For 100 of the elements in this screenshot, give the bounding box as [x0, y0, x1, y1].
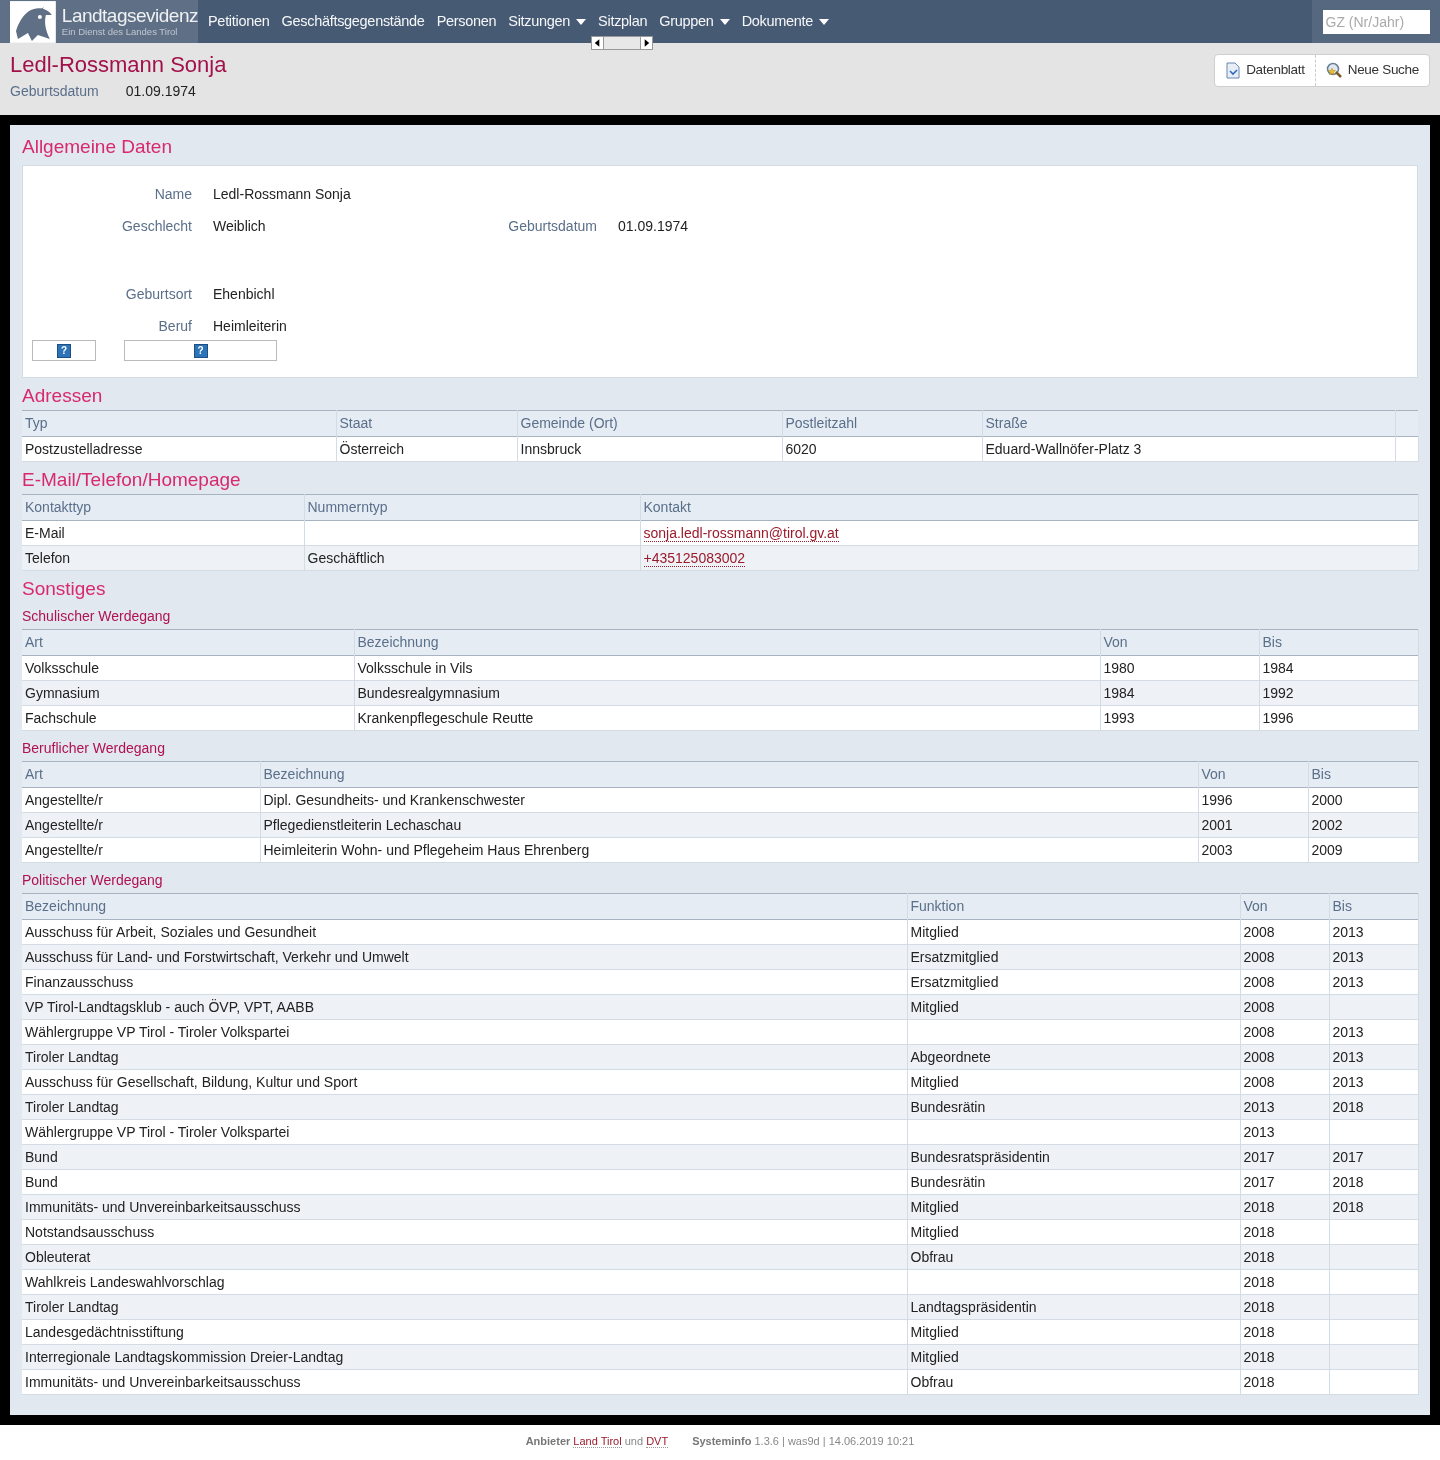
table-cell: 2008 [1240, 1069, 1329, 1095]
table-cell: 1984 [1259, 655, 1418, 681]
field-value: Heimleiterin [213, 316, 287, 336]
field-label: Beruf [157, 316, 192, 336]
table-cell: 1984 [1100, 680, 1259, 706]
nav-dropdown[interactable]: Dokumente [741, 10, 830, 33]
table-cell: Ersatzmitglied [907, 944, 1240, 970]
nav-link[interactable]: Sitzplan [598, 10, 648, 33]
table-cell: Wählergruppe VP Tirol - Tiroler Volkspartei [22, 1019, 907, 1045]
table-cell: 2013 [1329, 1019, 1418, 1045]
table-cell: Österreich [336, 436, 517, 462]
table-cell: Angestellte/r [22, 812, 260, 838]
table-cell: Bund [22, 1169, 907, 1195]
help-button[interactable]: ? [124, 340, 277, 361]
section-title: Allgemeine Daten [22, 135, 172, 159]
table-cell: Eduard-Wallnöfer-Platz 3 [982, 436, 1395, 462]
footer-link[interactable]: DVT [646, 1435, 669, 1448]
table-cell: E-Mail [22, 520, 304, 546]
brand-area[interactable]: Landtagsevidenz Ein Dienst des Landes Tirol [0, 0, 198, 43]
person-title: Ledl-Rossmann Sonja [10, 52, 227, 78]
field-label: Geburtsdatum [507, 216, 597, 236]
table-cell: 2008 [1240, 944, 1329, 970]
magnifier-star-icon [1325, 62, 1343, 79]
table-cell: Mitglied [907, 994, 1240, 1020]
table-cell: Ausschuss für Gesellschaft, Bildung, Kultur und Sport [22, 1069, 907, 1095]
help-button[interactable]: ? [32, 340, 96, 361]
table-cell: 2002 [1308, 812, 1418, 838]
table-cell: Notstandsausschuss [22, 1219, 907, 1245]
nav-link[interactable]: Petitionen [208, 10, 270, 33]
column-header: Kontakttyp [22, 494, 304, 521]
table-cell: 2018 [1240, 1319, 1329, 1345]
column-header: Von [1198, 761, 1308, 788]
table-cell: 2017 [1329, 1144, 1418, 1170]
table-cell: 2017 [1240, 1144, 1329, 1170]
nav-dropdown[interactable]: Sitzungen [508, 10, 587, 33]
table-cell: Geschäftlich [304, 545, 640, 571]
provider-text: Anbieter Land Tirol und DVT [525, 1434, 669, 1450]
table-cell: 1996 [1198, 787, 1308, 813]
table-cell: Angestellte/r [22, 837, 260, 863]
table-cell: Wahlkreis Landeswahlvorschlag [22, 1269, 907, 1295]
field-label: Name [153, 184, 192, 204]
field-label: Geschlecht [120, 216, 192, 236]
table-cell: Telefon [22, 545, 304, 571]
column-header: Bis [1259, 629, 1418, 656]
document-icon [1225, 62, 1242, 79]
table-cell: Mitglied [907, 1219, 1240, 1245]
table-cell: Mitglied [907, 1344, 1240, 1370]
horizontal-scroller[interactable] [591, 36, 653, 50]
table-cell: 2018 [1329, 1094, 1418, 1120]
section-title: Sonstiges [22, 577, 106, 601]
table-cell: Obfrau [907, 1244, 1240, 1270]
table-cell: Volksschule [22, 655, 354, 681]
new-search-button[interactable]: Neue Suche [1314, 55, 1429, 86]
table-cell: 6020 [782, 436, 982, 462]
column-header: Von [1100, 629, 1259, 656]
subsection-title: Beruflicher Werdegang [22, 739, 165, 757]
table-cell: 2013 [1329, 944, 1418, 970]
nav-link[interactable]: Personen [436, 10, 497, 33]
table-cell: 2018 [1240, 1369, 1329, 1395]
table-cell: Mitglied [907, 919, 1240, 945]
table-cell: Bundesrätin [907, 1094, 1240, 1120]
table-cell: Landesgedächtnisstiftung [22, 1319, 907, 1345]
table-cell: 2000 [1308, 787, 1418, 813]
field-label: Geburtsdatum [10, 82, 99, 101]
section-title: Adressen [22, 384, 103, 408]
caret-icon [576, 18, 587, 25]
subsection-title: Schulischer Werdegang [22, 607, 171, 625]
table-cell: Obleuterat [22, 1244, 907, 1270]
column-header: Bis [1308, 761, 1418, 788]
contact-link[interactable]: +435125083002 [643, 549, 746, 567]
table-cell: 1996 [1259, 705, 1418, 731]
table-cell: Fachschule [22, 705, 354, 731]
table-cell: Dipl. Gesundheits- und Krankenschwester [260, 787, 1198, 813]
search-field[interactable]: GZ (Nr/Jahr) [1322, 9, 1430, 34]
brand-title: Landtagsevidenz [61, 6, 198, 26]
footer-link[interactable]: Land Tirol [573, 1435, 622, 1448]
column-header: Bezeichnung [260, 761, 1198, 788]
table-cell: Mitglied [907, 1194, 1240, 1220]
table-cell: Landtagspräsidentin [907, 1294, 1240, 1320]
table-cell: 2008 [1240, 1044, 1329, 1070]
nav-dropdown[interactable]: Gruppen [659, 10, 730, 33]
column-header: Von [1240, 893, 1329, 920]
table-cell: Volksschule in Vils [354, 655, 1100, 681]
column-header: Gemeinde (Ort) [517, 410, 782, 437]
datasheet-button[interactable]: Datenblatt [1215, 55, 1315, 86]
table-cell: Bundesrätin [907, 1169, 1240, 1195]
table-cell: Immunitäts- und Unvereinbarkeitsausschuss [22, 1369, 907, 1395]
table-cell: Heimleiterin Wohn- und Pflegeheim Haus Ehrenberg [260, 837, 1198, 863]
section-title: E-Mail/Telefon/Homepage [22, 468, 241, 492]
subsection-title: Politischer Werdegang [22, 871, 163, 889]
column-header: Straße [982, 410, 1395, 437]
table-cell: 2009 [1308, 837, 1418, 863]
column-header: Kontakt [640, 494, 1418, 521]
table-cell: Finanzausschuss [22, 969, 907, 995]
caret-icon [819, 18, 830, 25]
table-cell: Mitglied [907, 1319, 1240, 1345]
table-cell: Pflegedienstleiterin Lechaschau [260, 812, 1198, 838]
nav-link[interactable]: Geschäftsgegenstände [281, 10, 425, 33]
contact-link[interactable]: sonja.ledl-rossmann@tirol.gv.at [643, 524, 839, 542]
table-cell: Angestellte/r [22, 787, 260, 813]
